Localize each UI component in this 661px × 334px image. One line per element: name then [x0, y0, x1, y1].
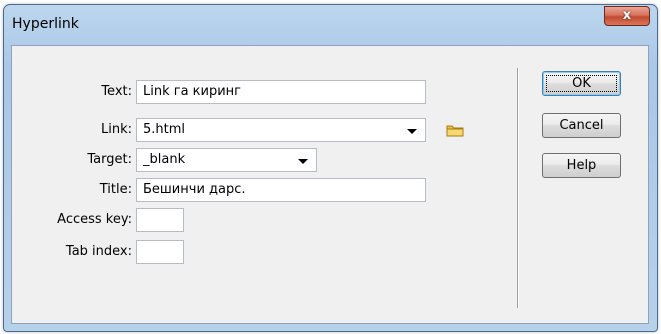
hyperlink-dialog: Hyperlink x Text: Link га киринг Link: 5…: [3, 4, 658, 332]
vertical-divider: [517, 68, 519, 308]
help-button-label: Help: [566, 158, 597, 173]
tab-index-label: Tab index:: [65, 244, 132, 259]
dialog-body: Text: Link га киринг Link: 5.html Target…: [11, 45, 649, 324]
access-key-field[interactable]: [136, 208, 184, 232]
close-icon: x: [622, 8, 632, 23]
focus-rect: [546, 75, 617, 92]
help-button[interactable]: Help: [542, 153, 621, 178]
title-label: Title:: [99, 182, 132, 197]
cancel-button-label: Cancel: [559, 118, 604, 133]
chevron-down-icon[interactable]: [298, 159, 308, 164]
link-combo[interactable]: 5.html: [136, 118, 426, 142]
close-button[interactable]: x: [604, 6, 650, 26]
link-label: Link:: [100, 122, 132, 137]
tab-index-field[interactable]: [136, 240, 184, 264]
cancel-button[interactable]: Cancel: [542, 113, 621, 138]
title-field[interactable]: Бешинчи дарс.: [136, 178, 426, 202]
chevron-down-icon[interactable]: [407, 129, 417, 134]
target-label: Target:: [87, 152, 132, 167]
dialog-title: Hyperlink: [12, 16, 79, 32]
link-value: 5.html: [143, 122, 186, 137]
title-bar[interactable]: Hyperlink x: [4, 5, 657, 45]
target-combo[interactable]: _blank: [136, 148, 317, 172]
access-key-label: Access key:: [57, 212, 132, 227]
target-value: _blank: [143, 152, 186, 167]
folder-icon[interactable]: [446, 123, 464, 137]
ok-button[interactable]: OK: [542, 71, 621, 96]
text-field[interactable]: Link га киринг: [136, 80, 426, 104]
text-label: Text:: [101, 84, 132, 99]
